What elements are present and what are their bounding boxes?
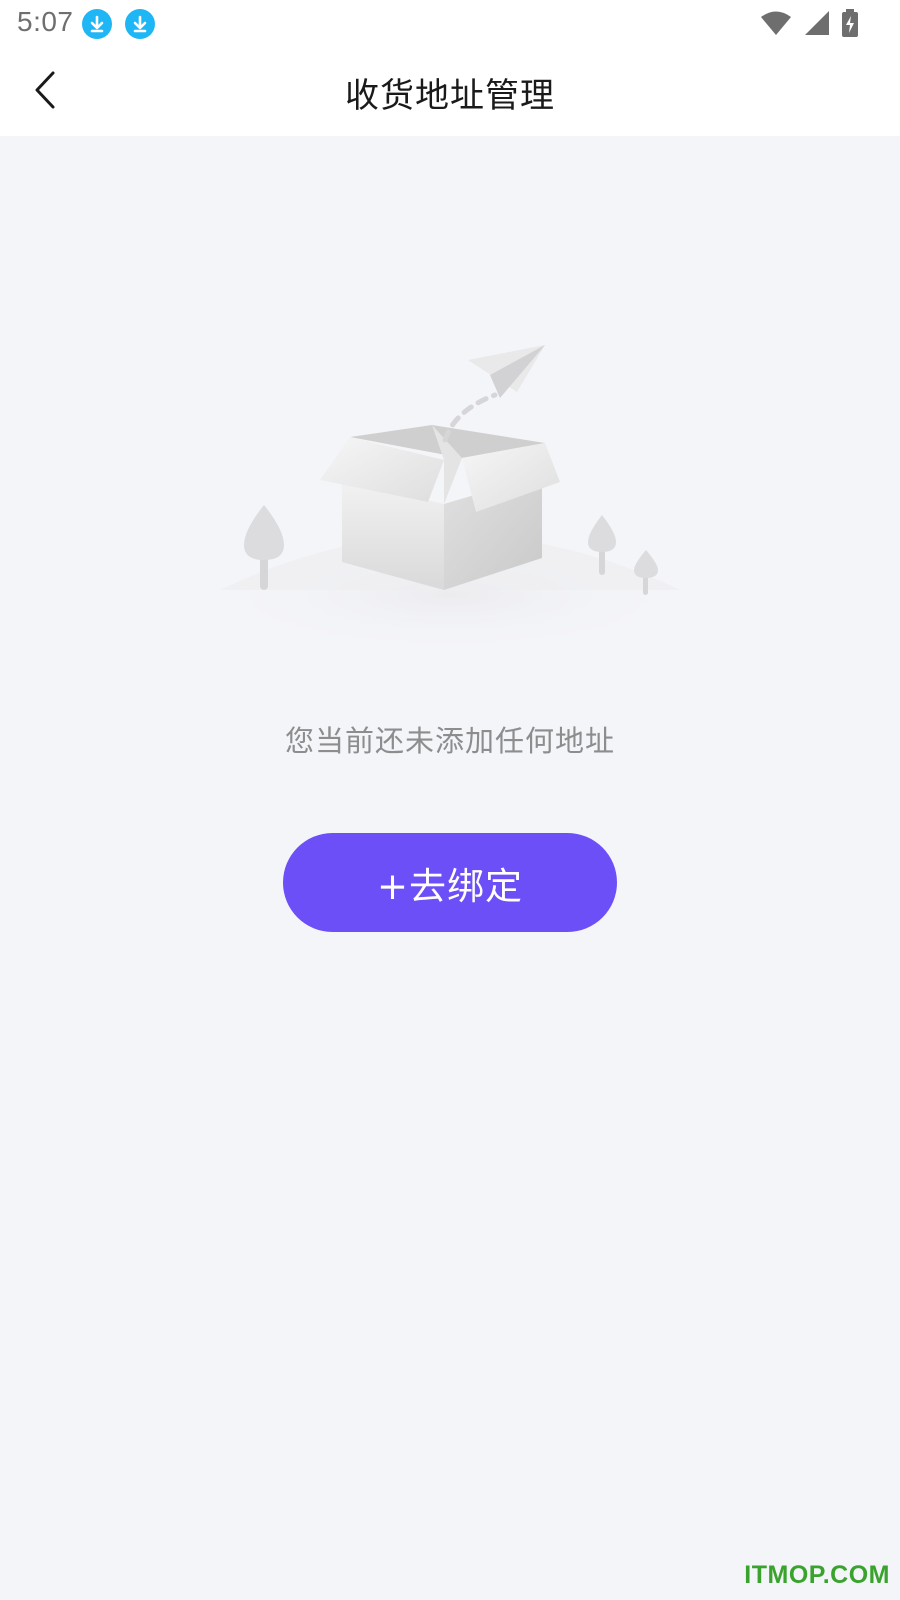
status-indicators xyxy=(760,8,860,42)
download-icon xyxy=(82,9,112,39)
status-bar: 5:07 xyxy=(0,0,900,48)
wifi-icon xyxy=(760,9,792,41)
page-title: 收货地址管理 xyxy=(345,76,555,116)
empty-box-illustration xyxy=(200,330,700,670)
battery-charging-icon xyxy=(840,8,860,42)
empty-state-message: 您当前还未添加任何地址 xyxy=(284,724,615,758)
cell-signal-icon xyxy=(802,9,830,41)
app-header: 收货地址管理 xyxy=(0,48,900,136)
watermark: ITMOP.COM xyxy=(744,1561,890,1589)
status-time: 5:07 xyxy=(17,6,74,37)
bind-address-button[interactable]: +去绑定 xyxy=(283,833,617,932)
download-icon xyxy=(125,9,155,39)
